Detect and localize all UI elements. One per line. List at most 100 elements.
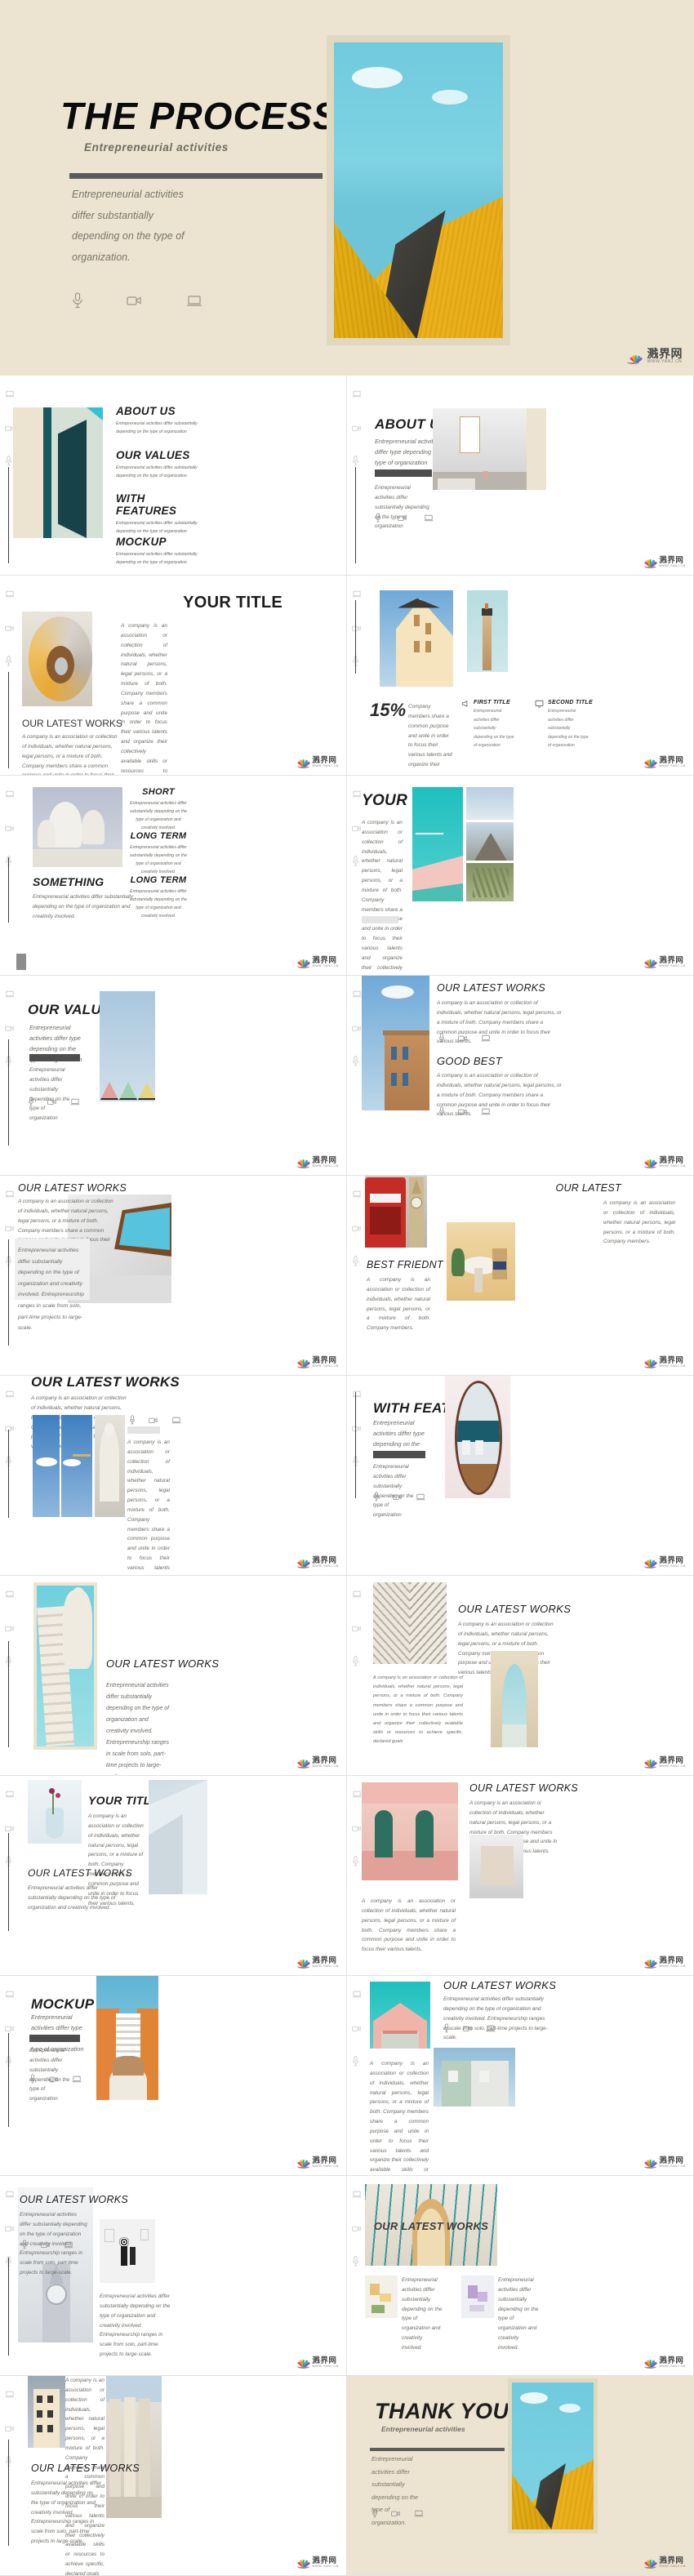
slide-photo xyxy=(33,1415,60,1517)
slide-thank-you[interactable]: THANK YOU Entrepreneurial activities Ent… xyxy=(347,2376,694,2576)
watermark-url: WWW.YANJ.CN xyxy=(659,2164,686,2169)
watermark-brand: 溅界网 xyxy=(312,1955,337,1965)
slide-works-columns[interactable]: A company is an association or collectio… xyxy=(0,2376,347,2576)
microphone-icon xyxy=(438,1106,445,1116)
laptop-icon xyxy=(171,1417,181,1423)
video-camera-icon xyxy=(5,1426,14,1431)
slide-works-sky[interactable]: OUR LATEST WORKS A company is an associa… xyxy=(0,1376,347,1576)
slide-title: THANK YOU xyxy=(375,2399,509,2423)
watermark-url: WWW.YANJ.CN xyxy=(312,1964,339,1969)
kv-title: FIRST TITLE xyxy=(474,700,510,705)
microphone-icon xyxy=(352,2056,359,2067)
watermark-url: WWW.YANJ.CN xyxy=(312,1364,339,1368)
slide-title: OUR LATEST WORKS xyxy=(31,1376,180,1390)
microphone-icon xyxy=(371,2508,378,2518)
slide-body: Entrepreneurial activities differ substa… xyxy=(33,894,133,919)
slide-works-window[interactable]: OUR LATEST WORKS A company is an associa… xyxy=(0,1176,347,1376)
microphone-icon xyxy=(443,2023,450,2033)
microphone-icon xyxy=(352,1056,359,1066)
watermark-url: WWW.YANJ.CN xyxy=(312,1764,339,1768)
watermark-url: WWW.YANJ.CN xyxy=(312,2565,339,2569)
slide-photo xyxy=(373,1582,447,1664)
fan-logo-icon xyxy=(296,1357,310,1368)
slide-title: OUR LATEST WORKS xyxy=(18,1182,127,1194)
cover-divider xyxy=(69,173,323,179)
fan-logo-icon xyxy=(296,2557,310,2569)
watermark-url: WWW.YANJ.CN xyxy=(659,2565,686,2569)
slide-good-best[interactable]: OUR LATEST WORKS A company is an associa… xyxy=(347,976,694,1176)
slide-title: MOCKUP xyxy=(31,1996,95,2012)
slide-your-title-vase[interactable]: YOUR TITLE A company is an association o… xyxy=(0,1776,347,1976)
slide-body: A company is an association or collectio… xyxy=(121,623,167,774)
watermark-brand: 溅界网 xyxy=(312,1755,337,1765)
watermark-brand: 溅界网 xyxy=(659,1555,684,1565)
card-thumb xyxy=(461,2276,494,2318)
slide-title: OUR LATEST WORKS xyxy=(437,982,546,994)
laptop-icon xyxy=(352,1991,362,1998)
fan-logo-icon xyxy=(643,2357,657,2369)
watermark-url: WWW.YANJ.CN xyxy=(312,1164,339,1168)
slide-body-2: A company is an association or collectio… xyxy=(370,2061,429,2173)
slide-something[interactable]: SOMETHING Entrepreneurial activities dif… xyxy=(0,776,347,976)
fan-logo-icon xyxy=(643,557,657,568)
video-camera-icon xyxy=(5,2226,14,2231)
slide-stats[interactable]: 15% Company members share a common purpo… xyxy=(347,576,694,776)
watermark-url: WWW.YANJ.CN xyxy=(659,764,686,768)
slide-best-friednt[interactable]: OUR LATEST A company is an association o… xyxy=(347,1176,694,1376)
slide-rail xyxy=(352,387,362,490)
watermark: 溅界网 WWW.YANJ.CN xyxy=(643,1157,686,1168)
slide-body: A company is an association or collectio… xyxy=(362,820,403,975)
slide-title: YOUR TITLE xyxy=(183,594,282,612)
slide-photo xyxy=(100,991,155,1101)
laptop-icon xyxy=(352,1190,362,1198)
watermark: 溅界网 WWW.YANJ.CN xyxy=(643,1555,686,1568)
slide-body-2: A company is an association or collectio… xyxy=(127,1439,170,1575)
watermark: 溅界网 WWW.YANJ.CN xyxy=(643,557,686,568)
watermark-brand: 溅界网 xyxy=(659,1755,684,1765)
watermark-url: WWW.YANJ.CN xyxy=(659,1364,686,1368)
fan-logo-icon xyxy=(626,348,645,364)
slide-title-2: BEST FRIEDNT xyxy=(367,1259,443,1270)
fan-logo-icon xyxy=(643,1757,657,1768)
slide-body-2: A company is an association or collectio… xyxy=(367,1277,430,1332)
slide-your-title-stairs[interactable]: YOUR TITLE A company is an association o… xyxy=(0,576,347,776)
video-camera-icon xyxy=(391,2511,400,2516)
watermark: 溅界网 WWW.YANJ.CN xyxy=(643,2557,686,2569)
watermark-brand: 溅界网 xyxy=(312,2556,337,2565)
fan-logo-icon xyxy=(643,2557,657,2569)
slide-works-weave[interactable]: OUR LATEST WORKS A company is an associa… xyxy=(347,1576,694,1776)
slide-agenda[interactable]: ABOUT US Entrepreneurial activities diff… xyxy=(0,376,347,576)
watermark: 溅界网 WWW.YANJ.CN xyxy=(296,2157,339,2169)
video-camera-icon xyxy=(352,825,361,831)
slide-with-features[interactable]: WITH FEATURES Entrepreneurial activities… xyxy=(347,1376,694,1576)
slide-works-pink[interactable]: OUR LATEST WORKS A company is an associa… xyxy=(347,1776,694,1976)
laptop-icon xyxy=(352,1791,362,1798)
video-camera-icon xyxy=(5,2426,14,2431)
watermark-url: WWW.YANJ.CN xyxy=(312,964,339,968)
laptop-icon xyxy=(5,2391,15,2398)
video-camera-icon xyxy=(458,1109,467,1114)
watermark-url: WWW.YANJ.CN xyxy=(312,764,339,768)
slide-your-title-collage[interactable]: YOUR TITLE A company is an association o… xyxy=(347,776,694,976)
microphone-icon xyxy=(129,1415,136,1425)
slide-icon-row xyxy=(129,1415,181,1425)
slide-photo-3 xyxy=(95,1415,125,1517)
slide-photo-2 xyxy=(466,787,514,820)
video-camera-icon xyxy=(352,625,361,631)
slide-body: Entrepreneurial activities differ substa… xyxy=(106,1683,170,1775)
microphone-icon xyxy=(73,292,82,309)
slide-works-pisa[interactable]: OUR LATEST WORKS Entrepreneurial activit… xyxy=(0,1576,347,1776)
slide-mockup[interactable]: MOCKUP Entrepreneurial activities differ… xyxy=(0,1976,347,2176)
microphone-icon xyxy=(21,2240,28,2249)
slide-works-houses[interactable]: OUR LATEST WORKS Entrepreneurial activit… xyxy=(347,1976,694,2176)
slide-works-gallery[interactable]: OUR LATEST WORKS Entrepreneurial activit… xyxy=(0,2176,347,2376)
video-camera-icon xyxy=(398,515,407,521)
video-camera-icon xyxy=(352,2026,361,2031)
slide-about-us[interactable]: ABOUT US Entrepreneurial activities diff… xyxy=(347,376,694,576)
slide-our-values[interactable]: OUR VALUES Entrepreneurial activities di… xyxy=(0,976,347,1176)
slide-works-arch[interactable]: OUR LATEST WORKS Entrepreneurial activit… xyxy=(347,2176,694,2376)
slide-title: OUR LATEST WORKS xyxy=(373,2220,489,2232)
video-camera-icon xyxy=(463,2026,472,2031)
watermark-brand: 溅界网 xyxy=(659,2356,684,2365)
microphone-icon xyxy=(28,1097,34,1106)
